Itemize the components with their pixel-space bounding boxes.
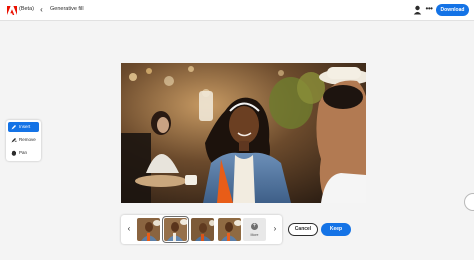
tool-label: Remove xyxy=(19,137,36,142)
variation-2-image xyxy=(164,218,187,241)
user-profile-icon[interactable] xyxy=(413,5,422,15)
side-panel-toggle[interactable] xyxy=(464,193,474,211)
pan-tool[interactable]: Pan xyxy=(8,148,39,158)
remove-brush-icon xyxy=(11,138,17,143)
adobe-logo-icon[interactable] xyxy=(7,6,17,15)
tool-panel: Insert Remove Pan xyxy=(6,120,41,161)
back-button[interactable]: ‹ xyxy=(37,4,46,16)
next-variations-button[interactable]: › xyxy=(271,224,279,234)
page-title: Generative fill xyxy=(50,6,84,12)
more-label: More xyxy=(250,233,259,237)
cancel-button[interactable]: Cancel xyxy=(288,223,318,236)
variation-4-image xyxy=(218,218,241,241)
insert-brush-icon xyxy=(11,125,16,130)
cafe-scene-image xyxy=(121,63,366,203)
more-variations-button[interactable]: + More xyxy=(243,218,266,241)
variation-3-image xyxy=(191,218,214,241)
chevron-left-icon: ‹ xyxy=(127,224,131,233)
generated-image[interactable] xyxy=(121,63,366,203)
top-bar: (Beta) ‹ Generative fill ••• Download xyxy=(0,0,474,21)
remove-tool[interactable]: Remove xyxy=(8,135,39,145)
variations-bar: ‹ + More › xyxy=(121,215,282,244)
more-options-button[interactable]: ••• xyxy=(424,3,434,15)
beta-label: (Beta) xyxy=(19,6,34,12)
tool-label: Pan xyxy=(19,150,28,155)
hand-icon xyxy=(11,150,16,156)
download-button[interactable]: Download xyxy=(436,4,469,16)
variation-thumbnail-3[interactable] xyxy=(191,218,214,241)
previous-variations-button[interactable]: ‹ xyxy=(125,224,133,234)
chevron-right-icon: › xyxy=(273,224,277,233)
tool-label: Insert xyxy=(19,124,31,129)
chevron-left-icon: ‹ xyxy=(40,5,43,14)
variation-1-image xyxy=(137,218,160,241)
insert-tool[interactable]: Insert xyxy=(8,122,39,132)
variation-thumbnail-2[interactable] xyxy=(162,216,189,243)
variation-thumbnail-1[interactable] xyxy=(137,218,160,241)
variation-thumbnail-4[interactable] xyxy=(218,218,241,241)
plus-icon: + xyxy=(251,223,258,230)
keep-button[interactable]: Keep xyxy=(321,223,351,236)
